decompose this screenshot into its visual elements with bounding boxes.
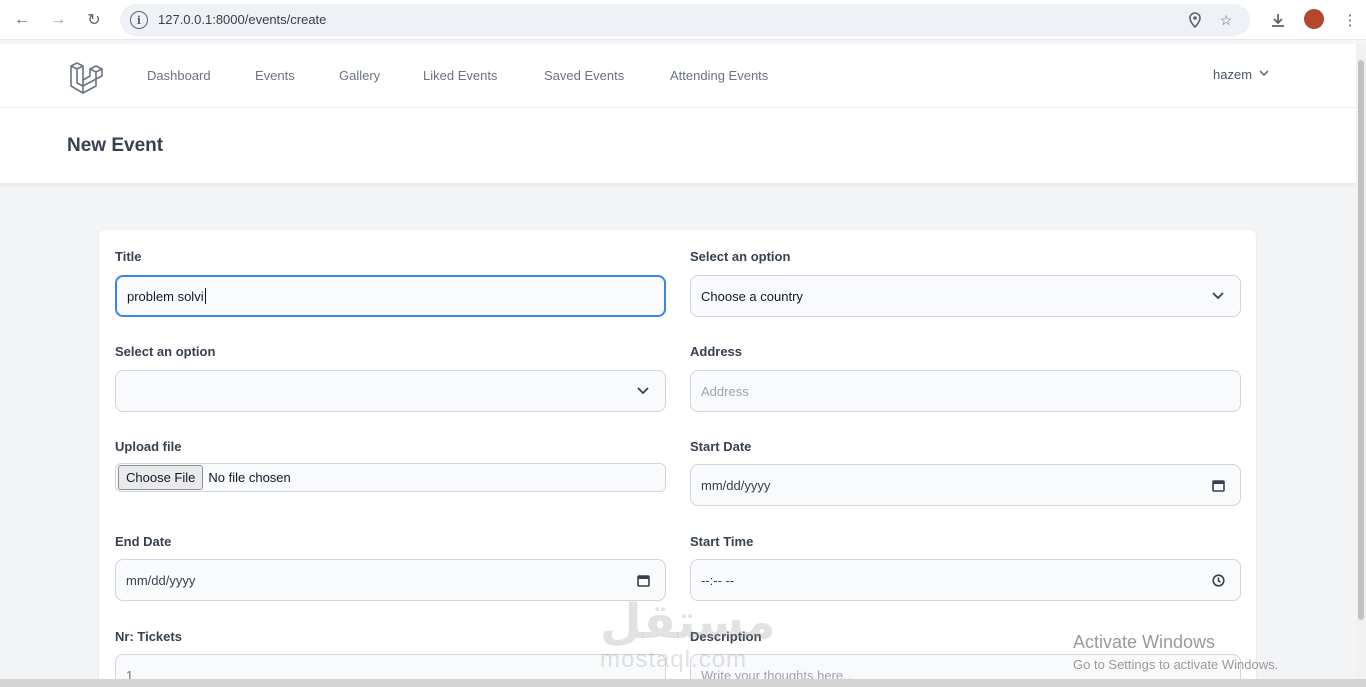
- country-select-label: Select an option: [690, 249, 791, 264]
- country-select-value: Choose a country: [701, 288, 803, 304]
- end-date-label: End Date: [115, 534, 172, 549]
- file-input[interactable]: Choose File No file chosen: [115, 463, 666, 492]
- bookmark-star-icon[interactable]: ☆: [1217, 11, 1235, 29]
- start-date-input[interactable]: mm/dd/yyyy: [690, 464, 1241, 506]
- url-text: 127.0.0.1:8000/events/create: [158, 12, 327, 27]
- title-input[interactable]: problem solvi: [115, 275, 666, 317]
- title-label: Title: [115, 249, 142, 264]
- laravel-logo-icon[interactable]: [68, 58, 104, 94]
- choose-file-button[interactable]: Choose File: [118, 465, 204, 490]
- browser-toolbar: ← → ↻ i 127.0.0.1:8000/events/create ☆ ⋮: [0, 0, 1366, 40]
- nav-attending-events[interactable]: Attending Events: [670, 68, 768, 83]
- reload-icon[interactable]: ↻: [82, 8, 106, 32]
- back-icon[interactable]: ←: [10, 8, 34, 32]
- tickets-label: Nr: Tickets: [115, 629, 182, 644]
- address-placeholder: Address: [701, 383, 749, 399]
- vertical-scrollbar-thumb[interactable]: [1358, 60, 1364, 620]
- page-title: New Event: [67, 135, 164, 156]
- nav-gallery[interactable]: Gallery: [339, 68, 380, 83]
- watermark-url: mostaql.com: [600, 646, 748, 673]
- address-input[interactable]: Address: [690, 370, 1241, 412]
- city-select[interactable]: [115, 370, 666, 412]
- start-date-placeholder: mm/dd/yyyy: [701, 477, 771, 493]
- calendar-icon[interactable]: [635, 572, 651, 588]
- title-input-value: problem solvi: [127, 288, 204, 304]
- activate-windows-title: Activate Windows: [1073, 632, 1216, 652]
- file-status-text: No file chosen: [208, 470, 291, 485]
- forward-icon[interactable]: →: [46, 8, 70, 32]
- chevron-down-icon: [1210, 288, 1226, 304]
- download-icon[interactable]: [1266, 8, 1290, 32]
- end-date-input[interactable]: mm/dd/yyyy: [115, 559, 666, 601]
- user-name: hazem: [1213, 67, 1253, 82]
- nav-saved-events[interactable]: Saved Events: [544, 68, 624, 83]
- nav-liked-events[interactable]: Liked Events: [423, 68, 497, 83]
- watermark-brand: مستقل: [600, 594, 776, 650]
- chevron-down-icon: [1259, 69, 1269, 80]
- page-header: New Event: [0, 108, 1356, 183]
- country-select[interactable]: Choose a country: [690, 275, 1241, 317]
- calendar-icon[interactable]: [1210, 477, 1226, 493]
- profile-avatar[interactable]: [1304, 9, 1324, 29]
- chevron-down-icon: [635, 383, 651, 399]
- clock-icon[interactable]: [1210, 572, 1226, 588]
- end-date-placeholder: mm/dd/yyyy: [126, 572, 196, 588]
- nav-events[interactable]: Events: [255, 68, 295, 83]
- location-pin-icon[interactable]: [1186, 11, 1204, 29]
- start-time-placeholder: --:-- --: [701, 572, 735, 588]
- address-bar[interactable]: i 127.0.0.1:8000/events/create ☆: [120, 4, 1250, 36]
- nav-dashboard[interactable]: Dashboard: [147, 68, 211, 83]
- menu-kebab-icon[interactable]: ⋮: [1338, 8, 1362, 32]
- address-label: Address: [690, 344, 743, 359]
- app-navbar: Dashboard Events Gallery Liked Events Sa…: [0, 44, 1356, 108]
- site-info-icon[interactable]: i: [130, 11, 148, 29]
- start-date-label: Start Date: [690, 439, 752, 454]
- start-time-label: Start Time: [690, 534, 754, 549]
- user-dropdown[interactable]: hazem: [1213, 67, 1269, 82]
- upload-label: Upload file: [115, 439, 182, 454]
- text-caret: [204, 288, 206, 304]
- horizontal-scrollbar[interactable]: [0, 679, 1366, 687]
- city-select-label: Select an option: [115, 344, 216, 359]
- activate-windows-subtitle: Go to Settings to activate Windows.: [1073, 657, 1279, 672]
